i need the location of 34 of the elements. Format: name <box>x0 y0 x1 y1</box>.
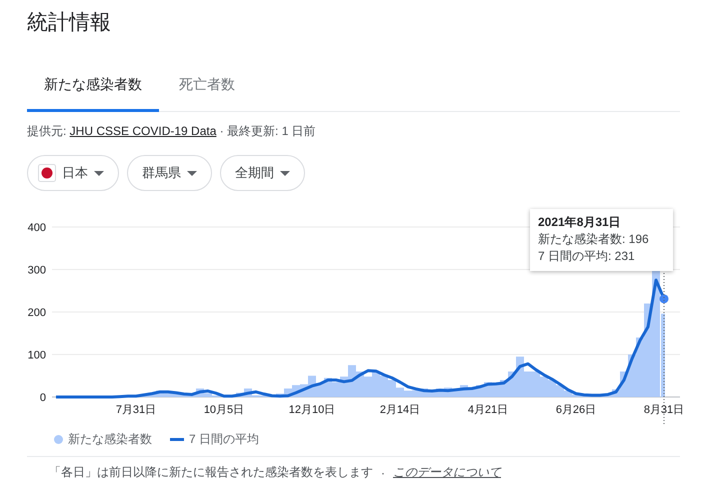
tab[interactable]: 死亡者数 <box>159 64 255 112</box>
caret-icon <box>280 170 290 176</box>
axis-label: 4月21日 <box>468 404 508 416</box>
axis-label: 0 <box>40 392 46 404</box>
axis-label: 12月10日 <box>288 404 336 416</box>
axis-label: 6月26日 <box>556 404 596 416</box>
axis-label: 7月31日 <box>116 404 156 416</box>
page-title: 統計情報 <box>27 10 112 36</box>
legend-label: 7 日間の平均 <box>189 430 260 448</box>
about-data-link[interactable]: このデータについて <box>393 464 501 481</box>
caret-icon <box>187 170 197 176</box>
separator-dot: · <box>381 466 385 480</box>
axis-label: 10月5日 <box>204 404 244 416</box>
legend-dot-icon <box>54 434 63 444</box>
tab[interactable]: 新たな感染者数 <box>27 64 159 112</box>
source-line: 提供元: JHU CSSE COVID-19 Data · 最終更新: 1 日前 <box>27 123 317 140</box>
axis-label: 100 <box>28 350 46 362</box>
tooltip-date: 2021年8月31日 <box>538 214 622 231</box>
axis-label: 200 <box>28 307 46 319</box>
source-link[interactable]: JHU CSSE COVID-19 Data <box>70 124 216 138</box>
filter-chip[interactable]: 日本 <box>27 155 119 191</box>
axis-label: 8月31日 <box>644 404 684 416</box>
axis-label: 2月14日 <box>380 404 420 416</box>
filter-chip[interactable]: 全期間 <box>220 155 305 191</box>
axis-label: 400 <box>28 222 46 234</box>
axis-label: 300 <box>28 264 46 276</box>
footer-note: 「各日」は前日以降に新たに報告された感染者数を表します <box>49 464 373 481</box>
caret-icon <box>94 170 104 176</box>
tooltip-row-text: 新たな感染者数: 196 <box>538 231 650 248</box>
flag-icon <box>38 164 56 182</box>
legend-label: 新たな感染者数 <box>68 430 152 448</box>
tooltip-row-text: 7 日間の平均: 231 <box>538 248 636 265</box>
data-point-marker <box>660 294 668 304</box>
filter-chip[interactable]: 群馬県 <box>127 155 212 191</box>
